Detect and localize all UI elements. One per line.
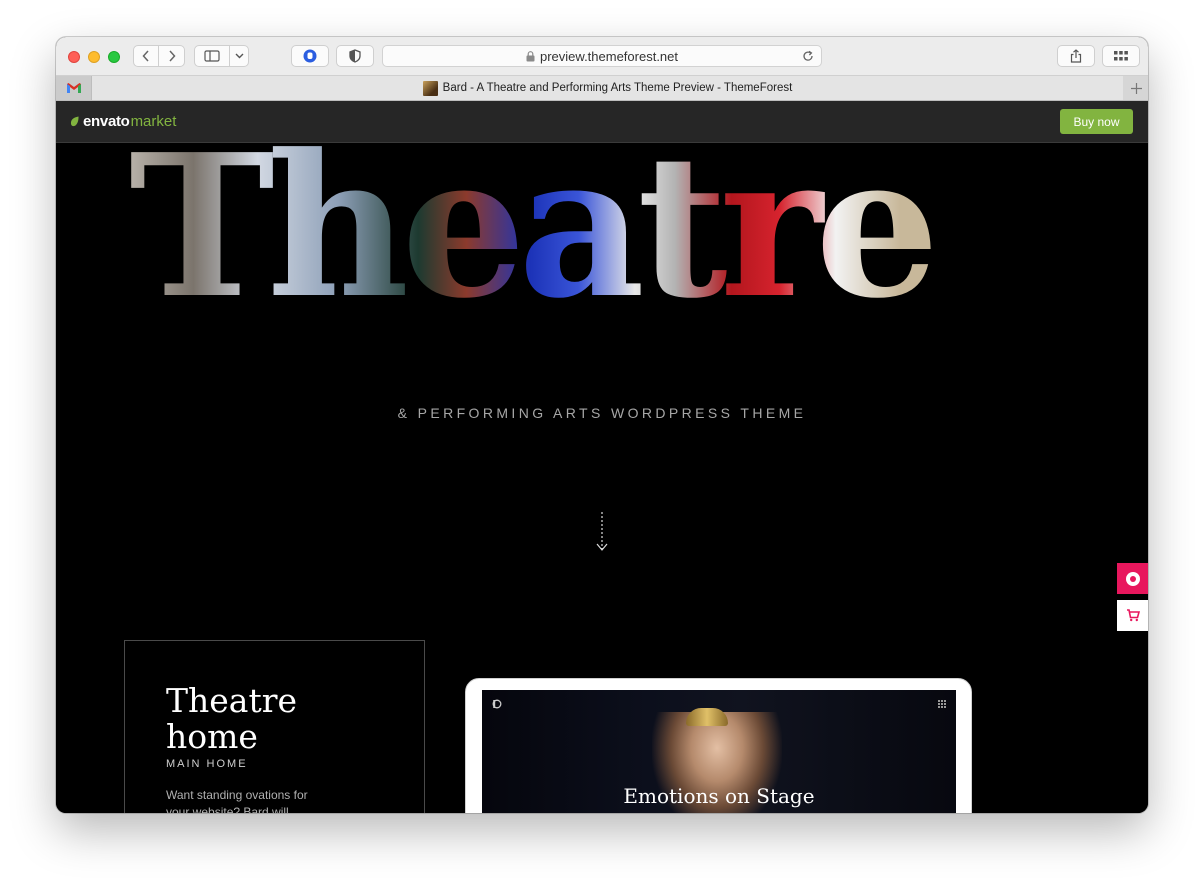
browser-toolbar: preview.themeforest.net	[56, 37, 1148, 76]
chevron-right-icon	[168, 50, 176, 62]
buy-now-button[interactable]: Buy now	[1060, 109, 1133, 134]
shield-icon	[349, 49, 361, 63]
leaf-icon	[70, 116, 79, 127]
logo-market-text: market	[130, 113, 177, 130]
tab-title: Bard - A Theatre and Performing Arts The…	[442, 82, 793, 94]
chevron-down-icon	[235, 53, 243, 59]
address-bar[interactable]: preview.themeforest.net	[382, 45, 822, 67]
zoom-window-button[interactable]	[108, 51, 120, 63]
sidebar-icon	[204, 50, 220, 62]
crown-image	[686, 708, 728, 726]
preview-caption: Emotions on Stage	[623, 784, 815, 808]
new-tab-button[interactable]	[1124, 76, 1148, 100]
share-button[interactable]	[1057, 45, 1095, 67]
browser-window: preview.themeforest.net Bard - A Theatre…	[56, 37, 1148, 813]
grid-icon	[1114, 51, 1128, 61]
tab-bar: Bard - A Theatre and Performing Arts The…	[56, 76, 1148, 101]
url-text: preview.themeforest.net	[539, 48, 679, 64]
hero-subtitle: & PERFORMING ARTS WORDPRESS THEME	[397, 405, 807, 421]
device-mockup[interactable]: Emotions on Stage	[465, 678, 972, 813]
minimize-window-button[interactable]	[88, 51, 100, 63]
forward-button[interactable]	[158, 45, 185, 67]
plus-icon	[1130, 82, 1142, 94]
privacy-extension-button[interactable]	[291, 45, 329, 67]
pinned-tab-gmail[interactable]	[56, 76, 92, 100]
chat-bubble-icon	[1125, 571, 1140, 586]
envato-market-bar: envato market Buy now	[56, 101, 1148, 143]
gmail-icon	[66, 83, 81, 93]
close-window-button[interactable]	[68, 51, 80, 63]
tab-active[interactable]: Bard - A Theatre and Performing Arts The…	[92, 76, 1123, 100]
share-icon	[1070, 49, 1082, 63]
theme-help-button[interactable]	[1117, 563, 1148, 594]
envato-logo[interactable]: envato market	[70, 113, 176, 130]
demo-card[interactable]: Theatre home MAIN HOME Want standing ova…	[124, 640, 425, 813]
cart-icon	[1126, 609, 1140, 622]
card-subtitle: MAIN HOME	[166, 758, 248, 770]
hand-shield-icon	[303, 49, 317, 63]
sidebar-toggle-button[interactable]	[194, 45, 230, 67]
chevron-left-icon	[142, 50, 149, 62]
purchase-cart-button[interactable]	[1117, 600, 1148, 631]
sidebar-menu-button[interactable]	[229, 45, 249, 67]
card-description: Want standing ovations for your website?…	[166, 788, 308, 813]
page-content: Theatre & PERFORMING ARTS WORDPRESS THEM…	[56, 143, 1148, 813]
tab-overview-button[interactable]	[1102, 45, 1140, 67]
reload-icon[interactable]	[802, 50, 814, 62]
menu-grid-icon[interactable]	[938, 700, 946, 708]
logo-envato-text: envato	[83, 113, 130, 130]
scroll-down-arrow-icon[interactable]	[595, 512, 609, 554]
shield-extension-button[interactable]	[336, 45, 374, 67]
card-title: Theatre home	[166, 681, 298, 756]
mockup-screen: Emotions on Stage	[482, 690, 956, 813]
tab-favicon	[422, 80, 438, 96]
hero-title: Theatre	[129, 143, 940, 325]
lock-icon	[526, 50, 535, 61]
brand-mark-icon	[492, 699, 502, 709]
back-button[interactable]	[133, 45, 159, 67]
